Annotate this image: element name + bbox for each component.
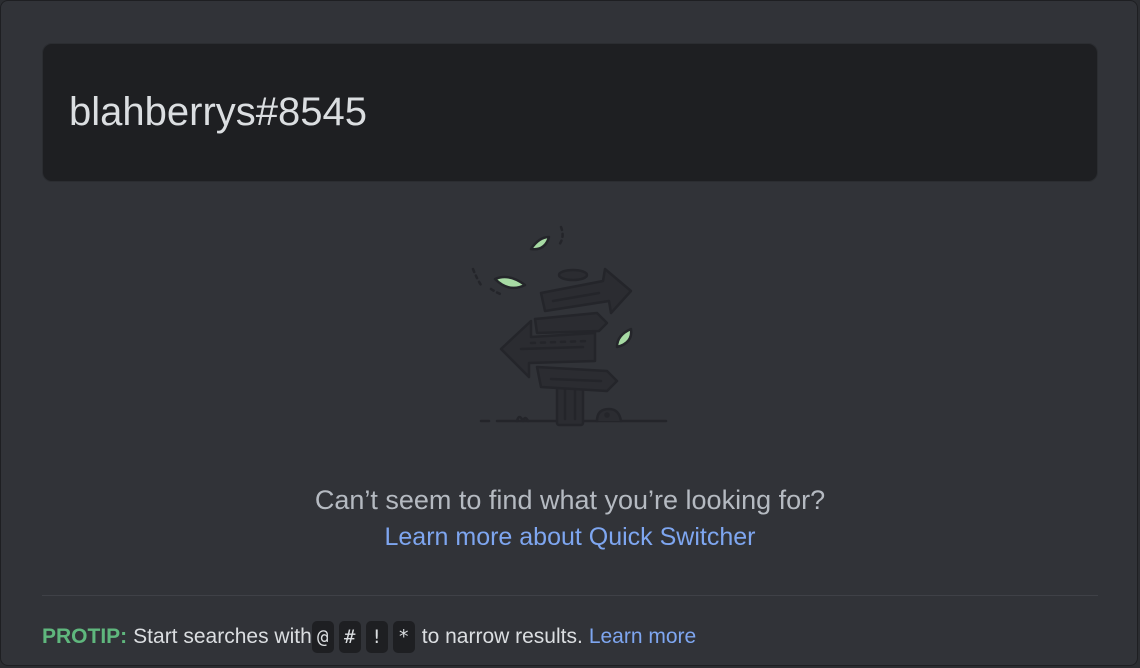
empty-state-link-container: Learn more about Quick Switcher: [1, 523, 1139, 552]
protip-key-at: @: [311, 621, 334, 653]
signpost-illustration-svg: [471, 225, 668, 427]
empty-state-title: Can’t seem to find what you’re looking f…: [314, 485, 826, 515]
signpost-illustration: [461, 221, 681, 436]
protip-learn-more-link[interactable]: Learn more: [589, 625, 696, 649]
divider: [42, 595, 1098, 596]
protip-bar: PROTIP: Start searches with @ # ! * to n…: [42, 621, 696, 653]
protip-label: PROTIP:: [42, 625, 128, 648]
quick-switcher-search-input[interactable]: [43, 44, 1097, 181]
protip-text: Start searches with: [133, 625, 312, 648]
learn-more-quick-switcher-link[interactable]: Learn more about Quick Switcher: [384, 523, 755, 551]
protip-key-star: *: [392, 621, 415, 653]
search-box[interactable]: [42, 43, 1098, 182]
quick-switcher-modal: Can’t seem to find what you’re looking f…: [0, 0, 1138, 666]
protip-text-after: to narrow results.: [421, 625, 583, 648]
protip-key-bang: !: [365, 621, 388, 653]
protip-key-hash: #: [338, 621, 361, 653]
